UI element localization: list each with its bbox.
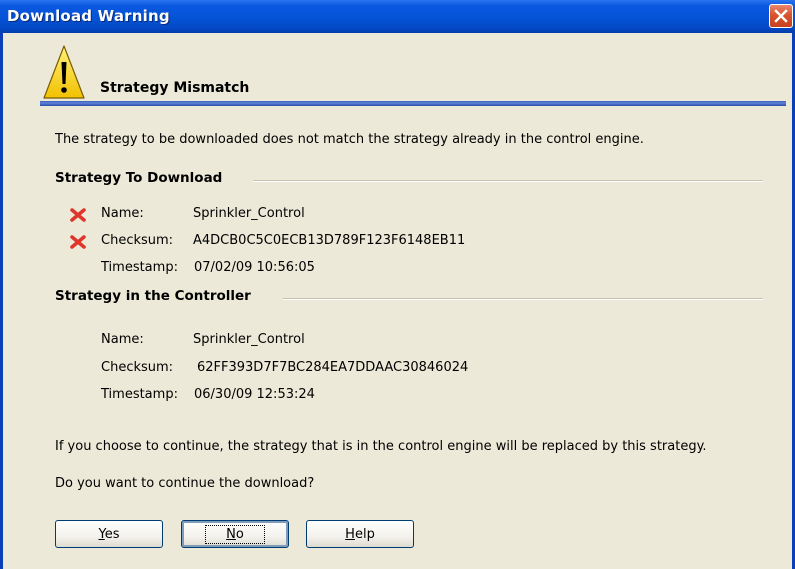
no-button[interactable]: No	[181, 520, 289, 548]
field-label: Checksum:	[101, 360, 174, 375]
group-title-in-controller: Strategy in the Controller	[55, 288, 256, 304]
field-label: Name:	[101, 332, 144, 347]
heading-underline	[40, 101, 786, 106]
mismatch-x-icon	[70, 235, 86, 249]
group-divider	[283, 298, 763, 300]
no-button-label: No	[205, 524, 265, 544]
field-value: 06/30/09 12:53:24	[194, 387, 315, 402]
field-label: Timestamp:	[101, 387, 178, 402]
field-value: A4DCB0C5C0ECB13D789F123F6148EB11	[193, 233, 466, 248]
controller-row-name: Name: Sprinkler_Control	[3, 332, 703, 352]
download-row-timestamp: Timestamp: 07/02/09 10:56:05	[3, 260, 703, 280]
field-value: Sprinkler_Control	[193, 332, 305, 347]
field-label: Checksum:	[101, 233, 174, 248]
yes-button[interactable]: Yes	[55, 520, 163, 548]
help-button[interactable]: Help	[306, 520, 414, 548]
group-title-to-download: Strategy To Download	[55, 170, 228, 186]
controller-row-timestamp: Timestamp: 06/30/09 12:53:24	[3, 387, 703, 407]
window-title: Download Warning	[7, 7, 170, 25]
download-warning-dialog: Download Warning Strategy Mismatch The s…	[0, 0, 795, 569]
controller-row-checksum: Checksum: 62FF393D7F7BC284EA7DDAAC308460…	[3, 360, 703, 380]
help-mnemonic: H	[345, 526, 355, 542]
field-value: Sprinkler_Control	[193, 206, 305, 221]
notice-text: If you choose to continue, the strategy …	[55, 439, 707, 454]
question-text: Do you want to continue the download?	[55, 476, 315, 491]
field-value: 07/02/09 10:56:05	[194, 260, 315, 275]
download-row-checksum: Checksum: A4DCB0C5C0ECB13D789F123F6148EB…	[3, 233, 703, 253]
no-label-rest: o	[235, 526, 244, 542]
help-button-label: Help	[345, 527, 375, 542]
title-bar[interactable]: Download Warning	[0, 0, 795, 33]
field-value: 62FF393D7F7BC284EA7DDAAC30846024	[197, 360, 469, 375]
close-icon	[774, 9, 788, 23]
mismatch-x-icon	[70, 208, 86, 222]
download-row-name: Name: Sprinkler_Control	[3, 206, 703, 226]
dialog-heading: Strategy Mismatch	[100, 80, 250, 96]
group-divider	[253, 180, 763, 182]
warning-icon	[43, 45, 85, 99]
field-label: Timestamp:	[101, 260, 178, 275]
no-mnemonic: N	[226, 526, 236, 542]
yes-label-rest: es	[104, 526, 120, 542]
help-label-rest: elp	[354, 526, 375, 542]
close-button[interactable]	[769, 4, 793, 28]
field-label: Name:	[101, 206, 144, 221]
yes-button-label: Yes	[99, 527, 120, 542]
intro-text: The strategy to be downloaded does not m…	[55, 132, 644, 147]
